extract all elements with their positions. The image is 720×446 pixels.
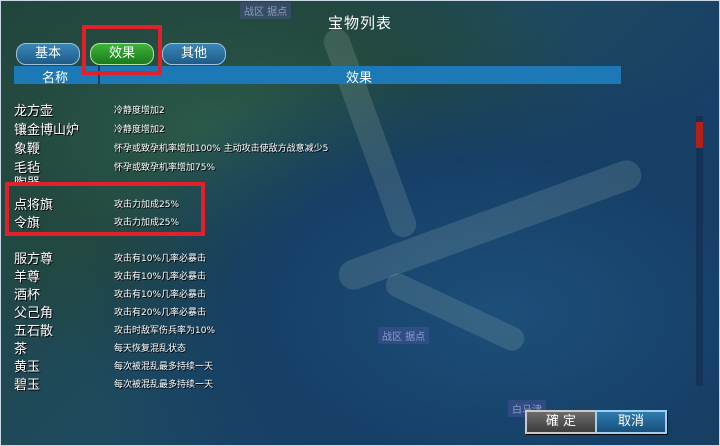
- item-name: 服方尊: [14, 252, 54, 267]
- item-effect: 每天恢复混乱状态: [114, 344, 187, 354]
- table-row[interactable]: 茶 每天恢复混乱状态: [14, 338, 614, 357]
- table-row[interactable]: 碧玉 每次被混乱最多持续一天: [14, 374, 614, 393]
- item-effect: 攻击有10%几率必暴击: [114, 290, 207, 300]
- item-name: 羊尊: [14, 270, 41, 285]
- item-name: 龙方壶: [14, 104, 54, 119]
- item-effect: 攻击有20%几率必暴击: [114, 308, 207, 318]
- item-name: 五石散: [14, 324, 54, 339]
- table-row[interactable]: 酒杯 攻击有10%几率必暴击: [14, 284, 614, 303]
- item-effect: 攻击有10%几率必暴击: [114, 254, 207, 264]
- tab-basic[interactable]: 基本: [16, 43, 80, 65]
- item-name: 象鞭: [14, 142, 41, 157]
- item-name: 酒杯: [14, 288, 41, 303]
- item-effect: 冷静度增加2: [114, 106, 165, 116]
- item-name: 茶: [14, 342, 28, 357]
- item-effect: 攻击有10%几率必暴击: [114, 272, 207, 282]
- column-header-name: 名称: [42, 71, 69, 86]
- highlight-box-tab: [82, 25, 162, 75]
- item-name: 黄玉: [14, 360, 41, 375]
- highlight-box-rows: [5, 182, 205, 236]
- item-name: 碧玉: [14, 378, 41, 393]
- item-effect: 每次被混乱最多持续一天: [114, 380, 214, 390]
- table-row[interactable]: 五石散 攻击时敌军伤兵率为10%: [14, 320, 614, 339]
- table-row[interactable]: 黄玉 每次被混乱最多持续一天: [14, 356, 614, 375]
- cancel-button[interactable]: 取消: [595, 410, 667, 434]
- scrollbar-track[interactable]: [696, 116, 703, 386]
- table-row[interactable]: 象鞭 怀孕或致孕机率增加100% 主动攻击使敌方战意减少5: [14, 138, 614, 157]
- item-effect: 每次被混乱最多持续一天: [114, 362, 214, 372]
- item-effect: 攻击时敌军伤兵率为10%: [114, 326, 216, 336]
- item-effect: 怀孕或致孕机率增加100% 主动攻击使敌方战意减少5: [114, 144, 329, 154]
- item-effect: 冷静度增加2: [114, 125, 165, 135]
- item-name: 父己角: [14, 306, 54, 321]
- tab-other[interactable]: 其他: [162, 43, 226, 65]
- table-row[interactable]: 父己角 攻击有20%几率必暴击: [14, 302, 614, 321]
- ok-button[interactable]: 確 定: [525, 410, 597, 434]
- item-name: 镶金博山炉: [14, 123, 80, 138]
- column-header-effect: 效果: [346, 71, 373, 86]
- table-row[interactable]: 羊尊 攻击有10%几率必暴击: [14, 266, 614, 285]
- scrollbar-thumb[interactable]: [696, 122, 703, 148]
- table-row[interactable]: 服方尊 攻击有10%几率必暴击: [14, 248, 614, 267]
- table-row[interactable]: 龙方壶 冷静度增加2: [14, 100, 614, 119]
- table-row[interactable]: 镶金博山炉 冷静度增加2: [14, 119, 614, 138]
